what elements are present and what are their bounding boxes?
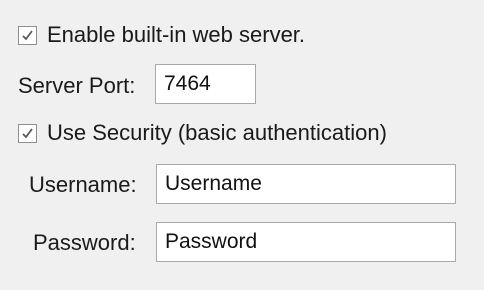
enable-server-row[interactable]: Enable built-in web server. — [18, 24, 305, 46]
password-input[interactable] — [156, 222, 456, 262]
enable-server-checkbox[interactable] — [18, 25, 37, 45]
web-server-settings-panel: Enable built-in web server. Server Port:… — [0, 0, 484, 290]
use-security-label: Use Security (basic authentication) — [47, 120, 387, 145]
use-security-checkbox[interactable] — [18, 123, 37, 143]
enable-server-label: Enable built-in web server. — [47, 22, 306, 47]
username-label: Username: — [29, 172, 137, 197]
password-label: Password: — [33, 230, 136, 255]
server-port-row: Server Port: — [18, 75, 135, 97]
check-icon — [22, 29, 33, 40]
use-security-row[interactable]: Use Security (basic authentication) — [18, 122, 387, 144]
server-port-input[interactable] — [155, 64, 256, 104]
server-port-label: Server Port: — [18, 73, 136, 98]
username-input[interactable] — [156, 164, 456, 204]
check-icon — [22, 127, 33, 138]
username-row: Username: — [29, 174, 137, 196]
password-row: Password: — [33, 232, 136, 254]
